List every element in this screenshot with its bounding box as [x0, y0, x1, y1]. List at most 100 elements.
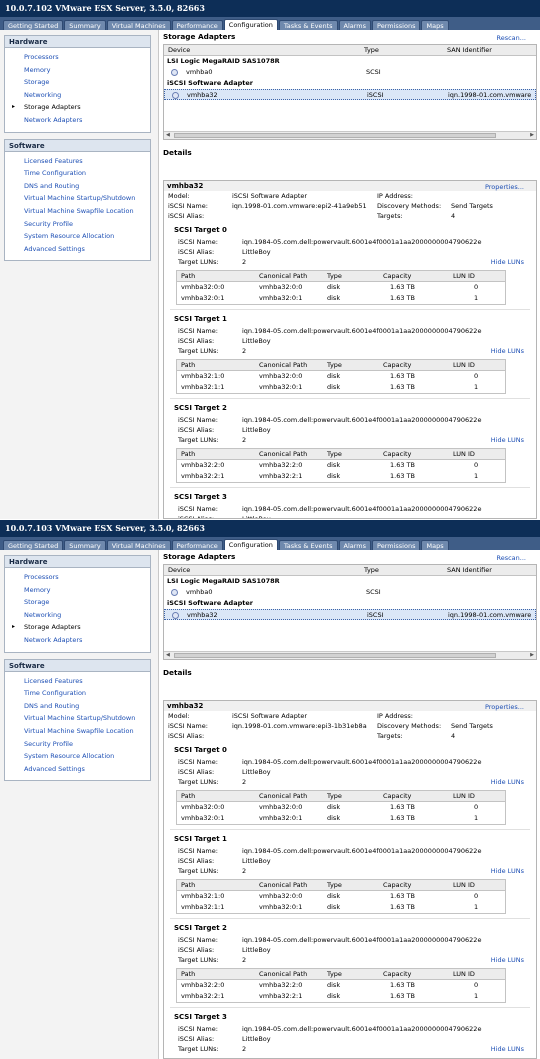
col-device[interactable]: Device	[168, 45, 190, 56]
adapter-group-lsi[interactable]: LSI Logic MegaRAID SAS1078R	[164, 56, 536, 67]
tab-summary[interactable]: Summary	[64, 20, 106, 30]
software-item-system-resource-allocation[interactable]: System Resource Allocation	[5, 750, 150, 763]
col-capacity[interactable]: Capacity	[383, 449, 411, 460]
hide-luns-link[interactable]: Hide LUNs	[491, 866, 524, 876]
col-type[interactable]: Type	[364, 45, 379, 56]
tab-getting-started[interactable]: Getting Started	[3, 540, 64, 550]
hide-luns-link[interactable]: Hide LUNs	[491, 1044, 524, 1054]
scroll-right-icon[interactable]: ▶	[530, 132, 534, 139]
hardware-item-processors[interactable]: Processors	[5, 51, 150, 64]
col-type[interactable]: Type	[364, 565, 379, 576]
scroll-left-icon[interactable]: ◀	[166, 132, 170, 139]
tab-configuration[interactable]: Configuration	[223, 19, 278, 30]
adapter-row-vmhba32[interactable]: vmhba32 iSCSI iqn.1998-01.com.vmware	[164, 89, 536, 100]
lun-row[interactable]: vmhba32:0:1 vmhba32:0:1 disk 1.63 TB 1	[177, 813, 505, 824]
hide-luns-link[interactable]: Hide LUNs	[491, 257, 524, 267]
adapter-row-vmhba32[interactable]: vmhba32 iSCSI iqn.1998-01.com.vmware	[164, 609, 536, 620]
col-type[interactable]: Type	[327, 880, 342, 891]
col-type[interactable]: Type	[327, 271, 342, 282]
rescan-link[interactable]: Rescan...	[497, 554, 527, 562]
col-path[interactable]: Path	[181, 969, 195, 980]
hardware-item-networking[interactable]: Networking	[5, 89, 150, 102]
tab-virtual-machines[interactable]: Virtual Machines	[106, 20, 171, 30]
col-capacity[interactable]: Capacity	[383, 360, 411, 371]
hardware-item-memory[interactable]: Memory	[5, 584, 150, 597]
tab-virtual-machines[interactable]: Virtual Machines	[106, 540, 171, 550]
lun-row[interactable]: vmhba32:1:0 vmhba32:0:0 disk 1.63 TB 0	[177, 371, 505, 382]
hardware-item-network-adapters[interactable]: Network Adapters	[5, 114, 150, 127]
col-type[interactable]: Type	[327, 360, 342, 371]
software-item-licensed-features[interactable]: Licensed Features	[5, 155, 150, 168]
lun-row[interactable]: vmhba32:2:1 vmhba32:2:1 disk 1.63 TB 1	[177, 471, 505, 482]
col-san-identifier[interactable]: SAN Identifier	[447, 565, 492, 576]
col-type[interactable]: Type	[327, 791, 342, 802]
software-item-licensed-features[interactable]: Licensed Features	[5, 675, 150, 688]
software-item-security-profile[interactable]: Security Profile	[5, 218, 150, 231]
lun-row[interactable]: vmhba32:0:1 vmhba32:0:1 disk 1.63 TB 1	[177, 293, 505, 304]
hide-luns-link[interactable]: Hide LUNs	[491, 777, 524, 787]
col-canonical-path[interactable]: Canonical Path	[259, 880, 307, 891]
adapter-group-iscsi[interactable]: iSCSI Software Adapter	[164, 78, 536, 89]
adapter-row-vmhba0[interactable]: vmhba0 SCSI	[164, 587, 536, 598]
col-path[interactable]: Path	[181, 271, 195, 282]
col-canonical-path[interactable]: Canonical Path	[259, 449, 307, 460]
hardware-item-networking[interactable]: Networking	[5, 609, 150, 622]
software-item-time-configuration[interactable]: Time Configuration	[5, 167, 150, 180]
software-item-dns-and-routing[interactable]: DNS and Routing	[5, 180, 150, 193]
col-san-identifier[interactable]: SAN Identifier	[447, 45, 492, 56]
lun-row[interactable]: vmhba32:1:0 vmhba32:0:0 disk 1.63 TB 0	[177, 891, 505, 902]
col-type[interactable]: Type	[327, 449, 342, 460]
col-capacity[interactable]: Capacity	[383, 271, 411, 282]
lun-row[interactable]: vmhba32:0:0 vmhba32:0:0 disk 1.63 TB 0	[177, 282, 505, 293]
tab-performance[interactable]: Performance	[171, 540, 223, 550]
tab-permissions[interactable]: Permissions	[372, 540, 421, 550]
col-path[interactable]: Path	[181, 880, 195, 891]
tab-configuration[interactable]: Configuration	[223, 539, 278, 550]
hardware-item-storage[interactable]: Storage	[5, 76, 150, 89]
tab-tasks-events[interactable]: Tasks & Events	[278, 540, 338, 550]
tab-permissions[interactable]: Permissions	[372, 20, 421, 30]
horizontal-scrollbar[interactable]: ◀ ▶	[164, 651, 536, 659]
col-lun-id[interactable]: LUN ID	[453, 271, 475, 282]
software-item-virtual-machine-swapfile-location[interactable]: Virtual Machine Swapfile Location	[5, 725, 150, 738]
hide-luns-link[interactable]: Hide LUNs	[491, 955, 524, 965]
col-path[interactable]: Path	[181, 791, 195, 802]
software-item-dns-and-routing[interactable]: DNS and Routing	[5, 700, 150, 713]
col-path[interactable]: Path	[181, 449, 195, 460]
tab-tasks-events[interactable]: Tasks & Events	[278, 20, 338, 30]
lun-row[interactable]: vmhba32:1:1 vmhba32:0:1 disk 1.63 TB 1	[177, 382, 505, 393]
col-type[interactable]: Type	[327, 969, 342, 980]
software-item-virtual-machine-startup-shutdown[interactable]: Virtual Machine Startup/Shutdown	[5, 192, 150, 205]
adapter-group-lsi[interactable]: LSI Logic MegaRAID SAS1078R	[164, 576, 536, 587]
software-item-virtual-machine-startup-shutdown[interactable]: Virtual Machine Startup/Shutdown	[5, 712, 150, 725]
col-device[interactable]: Device	[168, 565, 190, 576]
software-item-security-profile[interactable]: Security Profile	[5, 738, 150, 751]
tab-maps[interactable]: Maps	[421, 540, 449, 550]
hide-luns-link[interactable]: Hide LUNs	[491, 346, 524, 356]
rescan-link[interactable]: Rescan...	[497, 34, 527, 42]
horizontal-scrollbar[interactable]: ◀ ▶	[164, 131, 536, 139]
tab-alarms[interactable]: Alarms	[338, 540, 372, 550]
hardware-item-storage-adapters[interactable]: ▸ Storage Adapters	[5, 101, 150, 114]
col-lun-id[interactable]: LUN ID	[453, 880, 475, 891]
hardware-item-storage-adapters[interactable]: ▸ Storage Adapters	[5, 621, 150, 634]
lun-row[interactable]: vmhba32:2:0 vmhba32:2:0 disk 1.63 TB 0	[177, 980, 505, 991]
col-canonical-path[interactable]: Canonical Path	[259, 271, 307, 282]
software-item-advanced-settings[interactable]: Advanced Settings	[5, 763, 150, 776]
tab-alarms[interactable]: Alarms	[338, 20, 372, 30]
scroll-left-icon[interactable]: ◀	[166, 652, 170, 659]
col-capacity[interactable]: Capacity	[383, 880, 411, 891]
scroll-thumb[interactable]	[174, 653, 496, 658]
col-lun-id[interactable]: LUN ID	[453, 791, 475, 802]
lun-row[interactable]: vmhba32:2:0 vmhba32:2:0 disk 1.63 TB 0	[177, 460, 505, 471]
col-path[interactable]: Path	[181, 360, 195, 371]
hardware-item-network-adapters[interactable]: Network Adapters	[5, 634, 150, 647]
adapter-row-vmhba0[interactable]: vmhba0 SCSI	[164, 67, 536, 78]
col-canonical-path[interactable]: Canonical Path	[259, 360, 307, 371]
software-item-virtual-machine-swapfile-location[interactable]: Virtual Machine Swapfile Location	[5, 205, 150, 218]
col-canonical-path[interactable]: Canonical Path	[259, 791, 307, 802]
tab-summary[interactable]: Summary	[64, 540, 106, 550]
hardware-item-memory[interactable]: Memory	[5, 64, 150, 77]
software-item-advanced-settings[interactable]: Advanced Settings	[5, 243, 150, 256]
hardware-item-storage[interactable]: Storage	[5, 596, 150, 609]
